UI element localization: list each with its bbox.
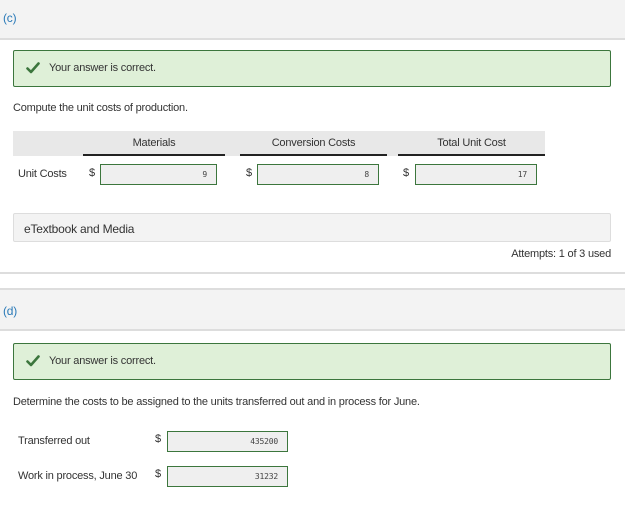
part-c-label: (c) [3, 11, 17, 25]
unit-costs-table-header: Materials Conversion Costs Total Unit Co… [13, 131, 545, 156]
column-header-materials: Materials [83, 131, 225, 156]
part-d-label: (d) [3, 304, 18, 318]
row-label-unit-costs: Unit Costs [18, 168, 67, 180]
currency-symbol: $ [89, 167, 95, 179]
part-c-feedback-banner: Your answer is correct. [13, 50, 611, 87]
total-unit-cost-input[interactable]: 17 [415, 164, 537, 185]
checkmark-icon [26, 355, 40, 367]
feedback-message: Your answer is correct. [49, 62, 156, 74]
row-label-transferred-out: Transferred out [18, 435, 90, 447]
part-c-prompt: Compute the unit costs of production. [13, 102, 188, 114]
table-row: Unit Costs $ 9 $ 8 $ 17 [0, 163, 625, 187]
conversion-unit-cost-input[interactable]: 8 [257, 164, 379, 185]
etextbook-label: eTextbook and Media [24, 222, 135, 236]
column-header-total-unit-cost: Total Unit Cost [398, 131, 545, 156]
part-d-header: (d) [0, 288, 625, 331]
currency-symbol: $ [403, 167, 409, 179]
row-label-work-in-process: Work in process, June 30 [18, 470, 138, 482]
materials-unit-cost-input[interactable]: 9 [100, 164, 217, 185]
section-divider [0, 272, 625, 274]
transferred-out-input[interactable]: 435200 [167, 431, 288, 452]
part-c-header: (c) [0, 0, 625, 40]
part-d-feedback-banner: Your answer is correct. [13, 343, 611, 380]
work-in-process-row: Work in process, June 30 $ 31232 [0, 465, 625, 489]
feedback-message: Your answer is correct. [49, 355, 156, 367]
work-in-process-input[interactable]: 31232 [167, 466, 288, 487]
currency-symbol: $ [155, 468, 161, 480]
currency-symbol: $ [246, 167, 252, 179]
column-header-conversion-costs: Conversion Costs [240, 131, 387, 156]
checkmark-icon [26, 62, 40, 74]
currency-symbol: $ [155, 433, 161, 445]
etextbook-and-media-link[interactable]: eTextbook and Media [13, 213, 611, 242]
transferred-out-row: Transferred out $ 435200 [0, 430, 625, 454]
part-d-prompt: Determine the costs to be assigned to th… [13, 396, 420, 408]
attempts-counter: Attempts: 1 of 3 used [511, 248, 611, 260]
